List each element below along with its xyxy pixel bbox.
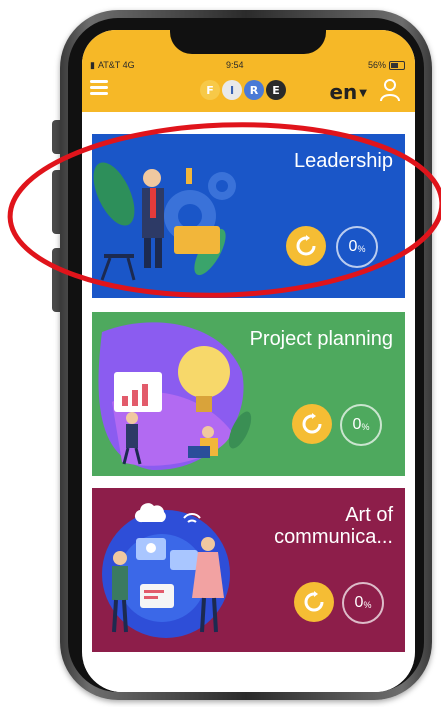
course-title: Project planning (249, 328, 393, 350)
signal-icon: ▮ (90, 60, 95, 70)
progress-value: 0 (352, 416, 362, 433)
logo-letter-r: R (244, 80, 264, 100)
status-bar: ▮ AT&T 4G 9:54 56% (82, 60, 415, 74)
progress-indicator: 0% (342, 582, 384, 624)
carrier-text: AT&T 4G (97, 60, 135, 70)
screen-footer (82, 662, 415, 692)
screenshot-stage: ▮ AT&T 4G 9:54 56% F I R E en ▼ Leadersh… (0, 0, 441, 707)
communication-illustration (102, 503, 230, 638)
progress-indicator: 0% (336, 226, 378, 268)
status-time: 9:54 (226, 60, 244, 70)
user-profile-icon[interactable] (379, 78, 401, 102)
phone-notch (170, 28, 326, 54)
hamburger-menu-icon[interactable] (90, 80, 108, 96)
refresh-icon[interactable] (286, 226, 326, 266)
refresh-icon[interactable] (292, 404, 332, 444)
progress-unit: % (363, 600, 372, 610)
refresh-icon[interactable] (294, 582, 334, 622)
battery-icon (389, 61, 405, 71)
progress-value: 0 (354, 594, 364, 611)
leadership-illustration (93, 162, 236, 281)
progress-indicator: 0% (340, 404, 382, 446)
battery-text: 56% (367, 60, 386, 70)
course-card-project-planning[interactable]: Project planning 0% (92, 312, 405, 476)
logo-letter-e: E (266, 80, 286, 100)
progress-value: 0 (348, 238, 358, 255)
carrier-label: ▮ AT&T 4G (90, 60, 135, 71)
course-card-leadership[interactable]: Leadership 0% (92, 134, 405, 298)
language-label: en (329, 80, 358, 104)
logo-letter-f: F (200, 80, 220, 100)
battery-label: 56% (367, 60, 405, 71)
app-logo: F I R E (200, 80, 286, 102)
progress-unit: % (357, 244, 366, 254)
course-card-art-of-communication[interactable]: Art of communica... 0% (92, 488, 405, 652)
progress-unit: % (361, 422, 370, 432)
language-selector[interactable]: en ▼ (329, 80, 367, 104)
project-planning-illustration (98, 322, 252, 471)
course-title: Art of communica... (274, 504, 393, 548)
caret-down-icon: ▼ (359, 88, 367, 99)
logo-letter-i: I (222, 80, 242, 100)
course-title: Leadership (294, 150, 393, 172)
app-screen: ▮ AT&T 4G 9:54 56% F I R E en ▼ Leadersh… (82, 30, 415, 692)
